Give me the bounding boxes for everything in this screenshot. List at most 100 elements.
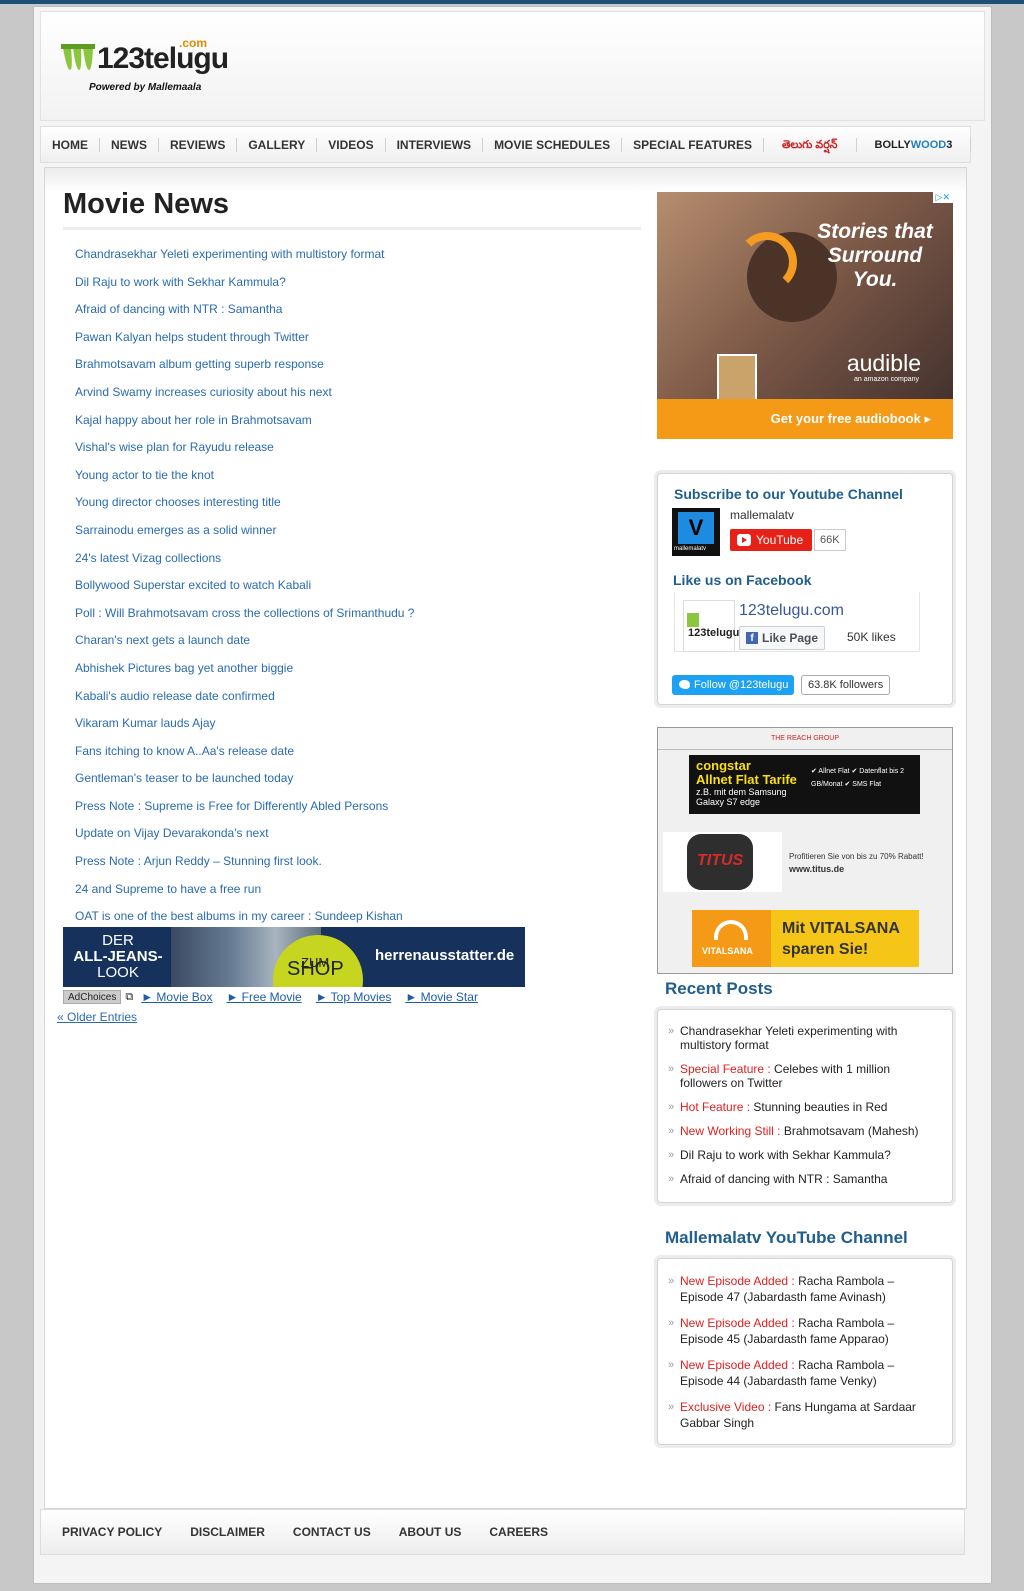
- twitter-follow-button[interactable]: Follow @123telugu: [672, 675, 795, 695]
- ad-link-movie-box[interactable]: ► Movie Box: [141, 990, 212, 1004]
- list-item: Young actor to tie the knot: [75, 468, 641, 496]
- news-list: Chandrasekhar Yeleti experimenting with …: [63, 247, 641, 937]
- post-title: Chandrasekhar Yeleti experimenting with …: [680, 1024, 898, 1052]
- vitalsana-label: VITALSANA: [702, 946, 753, 956]
- list-item[interactable]: New Working Still : Brahmotsavam (Mahesh…: [668, 1124, 938, 1138]
- ad-info-icon[interactable]: ▷✕: [932, 192, 953, 203]
- list-item[interactable]: New Episode Added : Racha Rambola – Epis…: [668, 1315, 938, 1347]
- news-link[interactable]: Dil Raju to work with Sekhar Kammula?: [75, 275, 286, 289]
- facebook-like-button[interactable]: f Like Page: [739, 626, 826, 650]
- nav-movie-schedules[interactable]: MOVIE SCHEDULES: [483, 137, 623, 152]
- list-item[interactable]: New Episode Added : Racha Rambola – Epis…: [668, 1273, 938, 1305]
- news-link[interactable]: Press Note : Supreme is Free for Differe…: [75, 799, 388, 813]
- news-link[interactable]: OAT is one of the best albums in my care…: [75, 909, 403, 923]
- news-link[interactable]: Kabali's audio release date confirmed: [75, 689, 275, 703]
- news-link[interactable]: Young actor to tie the knot: [75, 468, 214, 482]
- site-logo[interactable]: 123telugu .com Powered by Mallemaala: [61, 36, 229, 98]
- recent-posts-widget: Chandrasekhar Yeleti experimenting with …: [657, 1009, 953, 1203]
- list-item[interactable]: New Episode Added : Racha Rambola – Epis…: [668, 1357, 938, 1389]
- congstar-features: ✔ Allnet Flat ✔ Datenflat bis 2 GB/Monat…: [811, 768, 905, 788]
- news-link[interactable]: Pawan Kalyan helps student through Twitt…: [75, 330, 309, 344]
- congstar-heading: congstar Allnet Flat Tarife: [696, 759, 797, 787]
- news-link[interactable]: Chandrasekhar Yeleti experimenting with …: [75, 247, 384, 261]
- news-link[interactable]: Update on Vijay Devarakonda's next: [75, 826, 269, 840]
- nav-gallery[interactable]: GALLERY: [237, 137, 318, 152]
- external-link-icon[interactable]: ⧉: [125, 991, 133, 1004]
- post-title: Dil Raju to work with Sekhar Kammula?: [680, 1148, 891, 1162]
- news-link[interactable]: 24 and Supreme to have a free run: [75, 882, 261, 896]
- ad-link-movie-star[interactable]: ► Movie Star: [405, 990, 478, 1004]
- video-tag: New Episode Added :: [680, 1316, 795, 1330]
- nav-special-features[interactable]: SPECIAL FEATURES: [622, 137, 764, 152]
- facebook-icon: f: [746, 632, 758, 644]
- news-link[interactable]: Poll : Will Brahmotsavam cross the colle…: [75, 606, 414, 620]
- titus-offer: Profitieren Sie von bis zu 70% Rabatt!: [789, 852, 924, 861]
- nav-interviews[interactable]: INTERVIEWS: [386, 137, 484, 152]
- footer-contact-us[interactable]: CONTACT US: [279, 1525, 385, 1539]
- channel-avatar[interactable]: V mallemalatv: [672, 508, 720, 556]
- audible-headline: Stories that Surround You.: [817, 220, 933, 291]
- nav-bollywood[interactable]: BOLLYWOOD3: [857, 137, 972, 152]
- twitter-follower-count[interactable]: 63.8K followers: [801, 675, 891, 695]
- news-link[interactable]: Afraid of dancing with NTR : Samantha: [75, 302, 282, 316]
- nav-news[interactable]: NEWS: [100, 137, 159, 152]
- bolly-text-b: WOOD: [910, 138, 947, 151]
- news-link[interactable]: 24's latest Vizag collections: [75, 551, 221, 565]
- titus-url: www.titus.de: [789, 864, 845, 874]
- youtube-channel-name[interactable]: mallemalatv: [730, 508, 794, 522]
- news-link[interactable]: Young director chooses interesting title: [75, 495, 281, 509]
- list-item[interactable]: Chandrasekhar Yeleti experimenting with …: [668, 1024, 938, 1052]
- list-item[interactable]: Exclusive Video : Fans Hungama at Sardaa…: [668, 1399, 938, 1431]
- footer-about-us[interactable]: ABOUT US: [385, 1525, 476, 1539]
- facebook-page-name[interactable]: 123telugu.com: [739, 602, 844, 620]
- titus-badge: TITUS: [687, 834, 753, 890]
- footer-privacy-policy[interactable]: PRIVACY POLICY: [48, 1525, 176, 1539]
- adchoices-badge[interactable]: AdChoices: [63, 990, 122, 1004]
- youtube-subscribe-button[interactable]: YouTube: [730, 529, 812, 551]
- news-link[interactable]: Kajal happy about her role in Brahmotsav…: [75, 413, 312, 427]
- news-link[interactable]: Arvind Swamy increases curiosity about h…: [75, 385, 332, 399]
- list-item: Arvind Swamy increases curiosity about h…: [75, 385, 641, 413]
- audible-ad[interactable]: Stories that Surround You. audible an am…: [657, 192, 953, 439]
- nav-videos[interactable]: VIDEOS: [317, 137, 386, 152]
- news-link[interactable]: Gentleman's teaser to be launched today: [75, 771, 293, 785]
- footer-careers[interactable]: CAREERS: [475, 1525, 562, 1539]
- news-link[interactable]: Charan's next gets a launch date: [75, 633, 250, 647]
- news-link[interactable]: Vikaram Kumar lauds Ajay: [75, 716, 216, 730]
- titus-ad-text[interactable]: Profitieren Sie von bis zu 70% Rabatt! w…: [789, 850, 924, 876]
- nav-telugu-version[interactable]: తెలుగు వర్షన్: [764, 137, 857, 152]
- news-link[interactable]: Vishal's wise plan for Rayudu release: [75, 440, 274, 454]
- post-title: Stunning beauties in Red: [750, 1100, 888, 1114]
- list-item[interactable]: Afraid of dancing with NTR : Samantha: [668, 1172, 938, 1186]
- news-link[interactable]: Abhishek Pictures bag yet another biggie: [75, 661, 293, 675]
- congstar-ad[interactable]: congstar Allnet Flat Tarife z.B. mit dem …: [689, 755, 920, 814]
- ad-link-top-movies[interactable]: ► Top Movies: [316, 990, 392, 1004]
- headphones-icon: [737, 232, 797, 292]
- titus-logo[interactable]: TITUS: [663, 832, 782, 892]
- list-item[interactable]: Special Feature : Celebes with 1 million…: [668, 1062, 938, 1090]
- news-link[interactable]: Fans itching to know A..Aa's release dat…: [75, 744, 294, 758]
- vitalsana-ad[interactable]: VITALSANA Mit VITALSANA sparen Sie!: [692, 910, 919, 967]
- footer-disclaimer[interactable]: DISCLAIMER: [176, 1525, 279, 1539]
- jeans-ad-banner[interactable]: DER ALL-JEANS- LOOK ZUM SHOP herrenaussta…: [63, 927, 525, 987]
- brand-suffix: .com: [179, 36, 208, 50]
- older-entries-link[interactable]: « Older Entries: [57, 1010, 137, 1024]
- news-link[interactable]: Press Note : Arjun Reddy – Stunning firs…: [75, 854, 322, 868]
- news-link[interactable]: Sarrainodu emerges as a solid winner: [75, 523, 276, 537]
- list-item[interactable]: Hot Feature : Stunning beauties in Red: [668, 1100, 938, 1114]
- facebook-page-thumbnail[interactable]: 123telugu: [683, 600, 739, 652]
- list-item: Vikaram Kumar lauds Ajay: [75, 716, 641, 744]
- audible-cta[interactable]: Get your free audiobook ▸: [771, 411, 931, 427]
- news-link[interactable]: Brahmotsavam album getting superb respon…: [75, 357, 324, 371]
- nav-home[interactable]: HOME: [41, 137, 100, 152]
- list-item[interactable]: Dil Raju to work with Sekhar Kammula?: [668, 1148, 938, 1162]
- post-tag: New Working Still :: [680, 1124, 781, 1138]
- ad-link-free-movie[interactable]: ► Free Movie: [226, 990, 301, 1004]
- list-item: Pawan Kalyan helps student through Twitt…: [75, 330, 641, 358]
- nav-reviews[interactable]: REVIEWS: [159, 137, 238, 152]
- ad-links-row: AdChoices ⧉ ► Movie Box ► Free Movie ► T…: [63, 990, 492, 1004]
- bolly-text-c: 3: [946, 138, 953, 151]
- list-item: Poll : Will Brahmotsavam cross the colle…: [75, 606, 641, 634]
- news-link[interactable]: Bollywood Superstar excited to watch Kab…: [75, 578, 311, 592]
- banner-line-2: ALL-JEANS-: [73, 948, 163, 965]
